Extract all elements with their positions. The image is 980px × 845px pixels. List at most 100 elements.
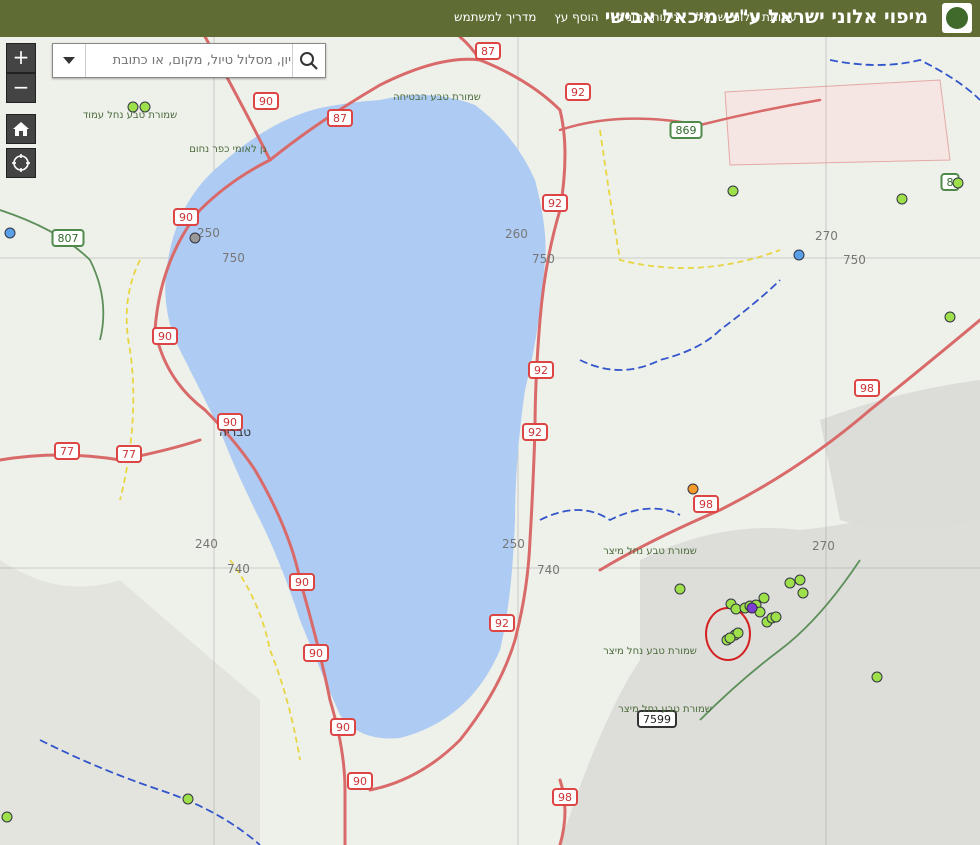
tree-marker — [794, 574, 806, 586]
road-shield: 90 — [347, 772, 373, 790]
road-shield-label: 92 — [495, 617, 509, 630]
road-shield: 92 — [542, 194, 568, 212]
road-shield-label: 90 — [309, 647, 323, 660]
place-label: שמורת טבע נחל מיצר — [603, 646, 697, 657]
road-shield-label: 87 — [333, 112, 347, 125]
tree-marker — [182, 793, 194, 805]
top-nav: עמותת אלוני ישראל ניתוח נתונים הוסף עץ מ… — [440, 10, 797, 24]
map-point — [687, 483, 699, 495]
road-shield: 869 — [669, 121, 703, 139]
grid-label: 270 — [812, 539, 835, 553]
road-shield-label: 90 — [295, 576, 309, 589]
place-label: גן לאומי כפר נחום — [189, 144, 267, 155]
road-shield-label: 807 — [58, 232, 79, 245]
nav-link-data-analysis[interactable]: ניתוח נתונים — [616, 10, 678, 24]
road-shield: 92 — [489, 614, 515, 632]
place-label: טבריה — [219, 425, 251, 439]
road-shield-label: 92 — [534, 364, 548, 377]
road-shield-label: 8 — [947, 176, 954, 189]
restricted-zone — [724, 79, 951, 166]
road-shield: 90 — [152, 327, 178, 345]
grid-label: 750 — [222, 251, 245, 265]
road-shield-label: 90 — [259, 95, 273, 108]
tree-marker — [730, 603, 742, 615]
road-shield-label: 90 — [158, 330, 172, 343]
tree-marker — [758, 592, 770, 604]
road-shield: 92 — [528, 361, 554, 379]
tree-marker — [139, 101, 151, 113]
locate-button[interactable] — [6, 148, 36, 178]
grid-label: 250 — [502, 537, 525, 551]
search-button[interactable] — [292, 44, 325, 77]
search-icon — [300, 52, 318, 70]
road-shield: 98 — [693, 495, 719, 513]
grid-label: 740 — [227, 562, 250, 576]
road-shield: 92 — [522, 423, 548, 441]
road-shield-label: 90 — [353, 775, 367, 788]
logo[interactable] — [942, 3, 972, 33]
road-shield: 90 — [330, 718, 356, 736]
road-shield: 807 — [51, 229, 85, 247]
grid-label: 740 — [537, 563, 560, 577]
tree-marker — [727, 185, 739, 197]
road-shield-label: 87 — [481, 45, 495, 58]
home-icon — [13, 122, 29, 136]
place-label: שמורת טבע נחל עמוד — [83, 110, 177, 121]
grid-label: 750 — [532, 252, 555, 266]
tree-marker — [127, 101, 139, 113]
road-shield: 90 — [253, 92, 279, 110]
road-shield-label: 77 — [122, 448, 136, 461]
tree-marker — [770, 611, 782, 623]
tree-marker — [674, 583, 686, 595]
tree-marker — [944, 311, 956, 323]
zoom-out-button[interactable]: − — [6, 73, 36, 103]
road-shield-label: 92 — [571, 86, 585, 99]
road-shield: 87 — [327, 109, 353, 127]
tree-marker — [724, 632, 736, 644]
place-label: שמורת טבע נחל מיצר — [618, 704, 712, 715]
tree-marker — [952, 177, 964, 189]
road-shield: 90 — [303, 644, 329, 662]
road-shield: 77 — [54, 442, 80, 460]
place-label: שמורת טבע הבטיחה — [393, 92, 481, 103]
home-button[interactable] — [6, 114, 36, 144]
road-shield-label: 98 — [860, 382, 874, 395]
top-bar: מיפוי אלוני ישראל ע"ש מיכאל אבישי עמותת … — [0, 0, 980, 37]
road-shield: 90 — [173, 208, 199, 226]
map-point — [4, 227, 16, 239]
map-point — [746, 602, 758, 614]
road-shield-label: 98 — [699, 498, 713, 511]
road-shield-label: 869 — [676, 124, 697, 137]
place-label: שמורת טבע נחל מיצר — [603, 546, 697, 557]
road-shield: 90 — [289, 573, 315, 591]
map-point — [793, 249, 805, 261]
tree-marker — [871, 671, 883, 683]
road-shield-label: 77 — [60, 445, 74, 458]
oak-logo-icon — [946, 7, 968, 29]
chevron-down-icon — [63, 57, 75, 64]
search-box — [52, 43, 326, 78]
road-shield-label: 90 — [179, 211, 193, 224]
tree-marker — [797, 587, 809, 599]
zoom-in-button[interactable]: + — [6, 43, 36, 73]
locate-icon — [12, 154, 30, 172]
nav-link-user-guide[interactable]: מדריך למשתמש — [454, 10, 536, 24]
search-source-dropdown[interactable] — [53, 44, 86, 77]
road-shield-label: 92 — [528, 426, 542, 439]
map-point — [189, 232, 201, 244]
search-input[interactable] — [87, 45, 293, 76]
tree-marker — [784, 577, 796, 589]
road-shield: 77 — [116, 445, 142, 463]
map-canvas[interactable]: 87879090909090909090929292929298989877 77… — [0, 37, 980, 845]
nav-link-add-tree[interactable]: הוסף עץ — [554, 10, 598, 24]
grid-label: 270 — [815, 229, 838, 243]
grid-label: 260 — [505, 227, 528, 241]
road-shield-label: 92 — [548, 197, 562, 210]
road-shield-label: 90 — [336, 721, 350, 734]
nav-link-association[interactable]: עמותת אלוני ישראל — [696, 10, 797, 24]
road-shield-label: 98 — [558, 791, 572, 804]
tree-marker — [896, 193, 908, 205]
tree-marker — [1, 811, 13, 823]
grid-label: 240 — [195, 537, 218, 551]
road-shield: 98 — [552, 788, 578, 806]
